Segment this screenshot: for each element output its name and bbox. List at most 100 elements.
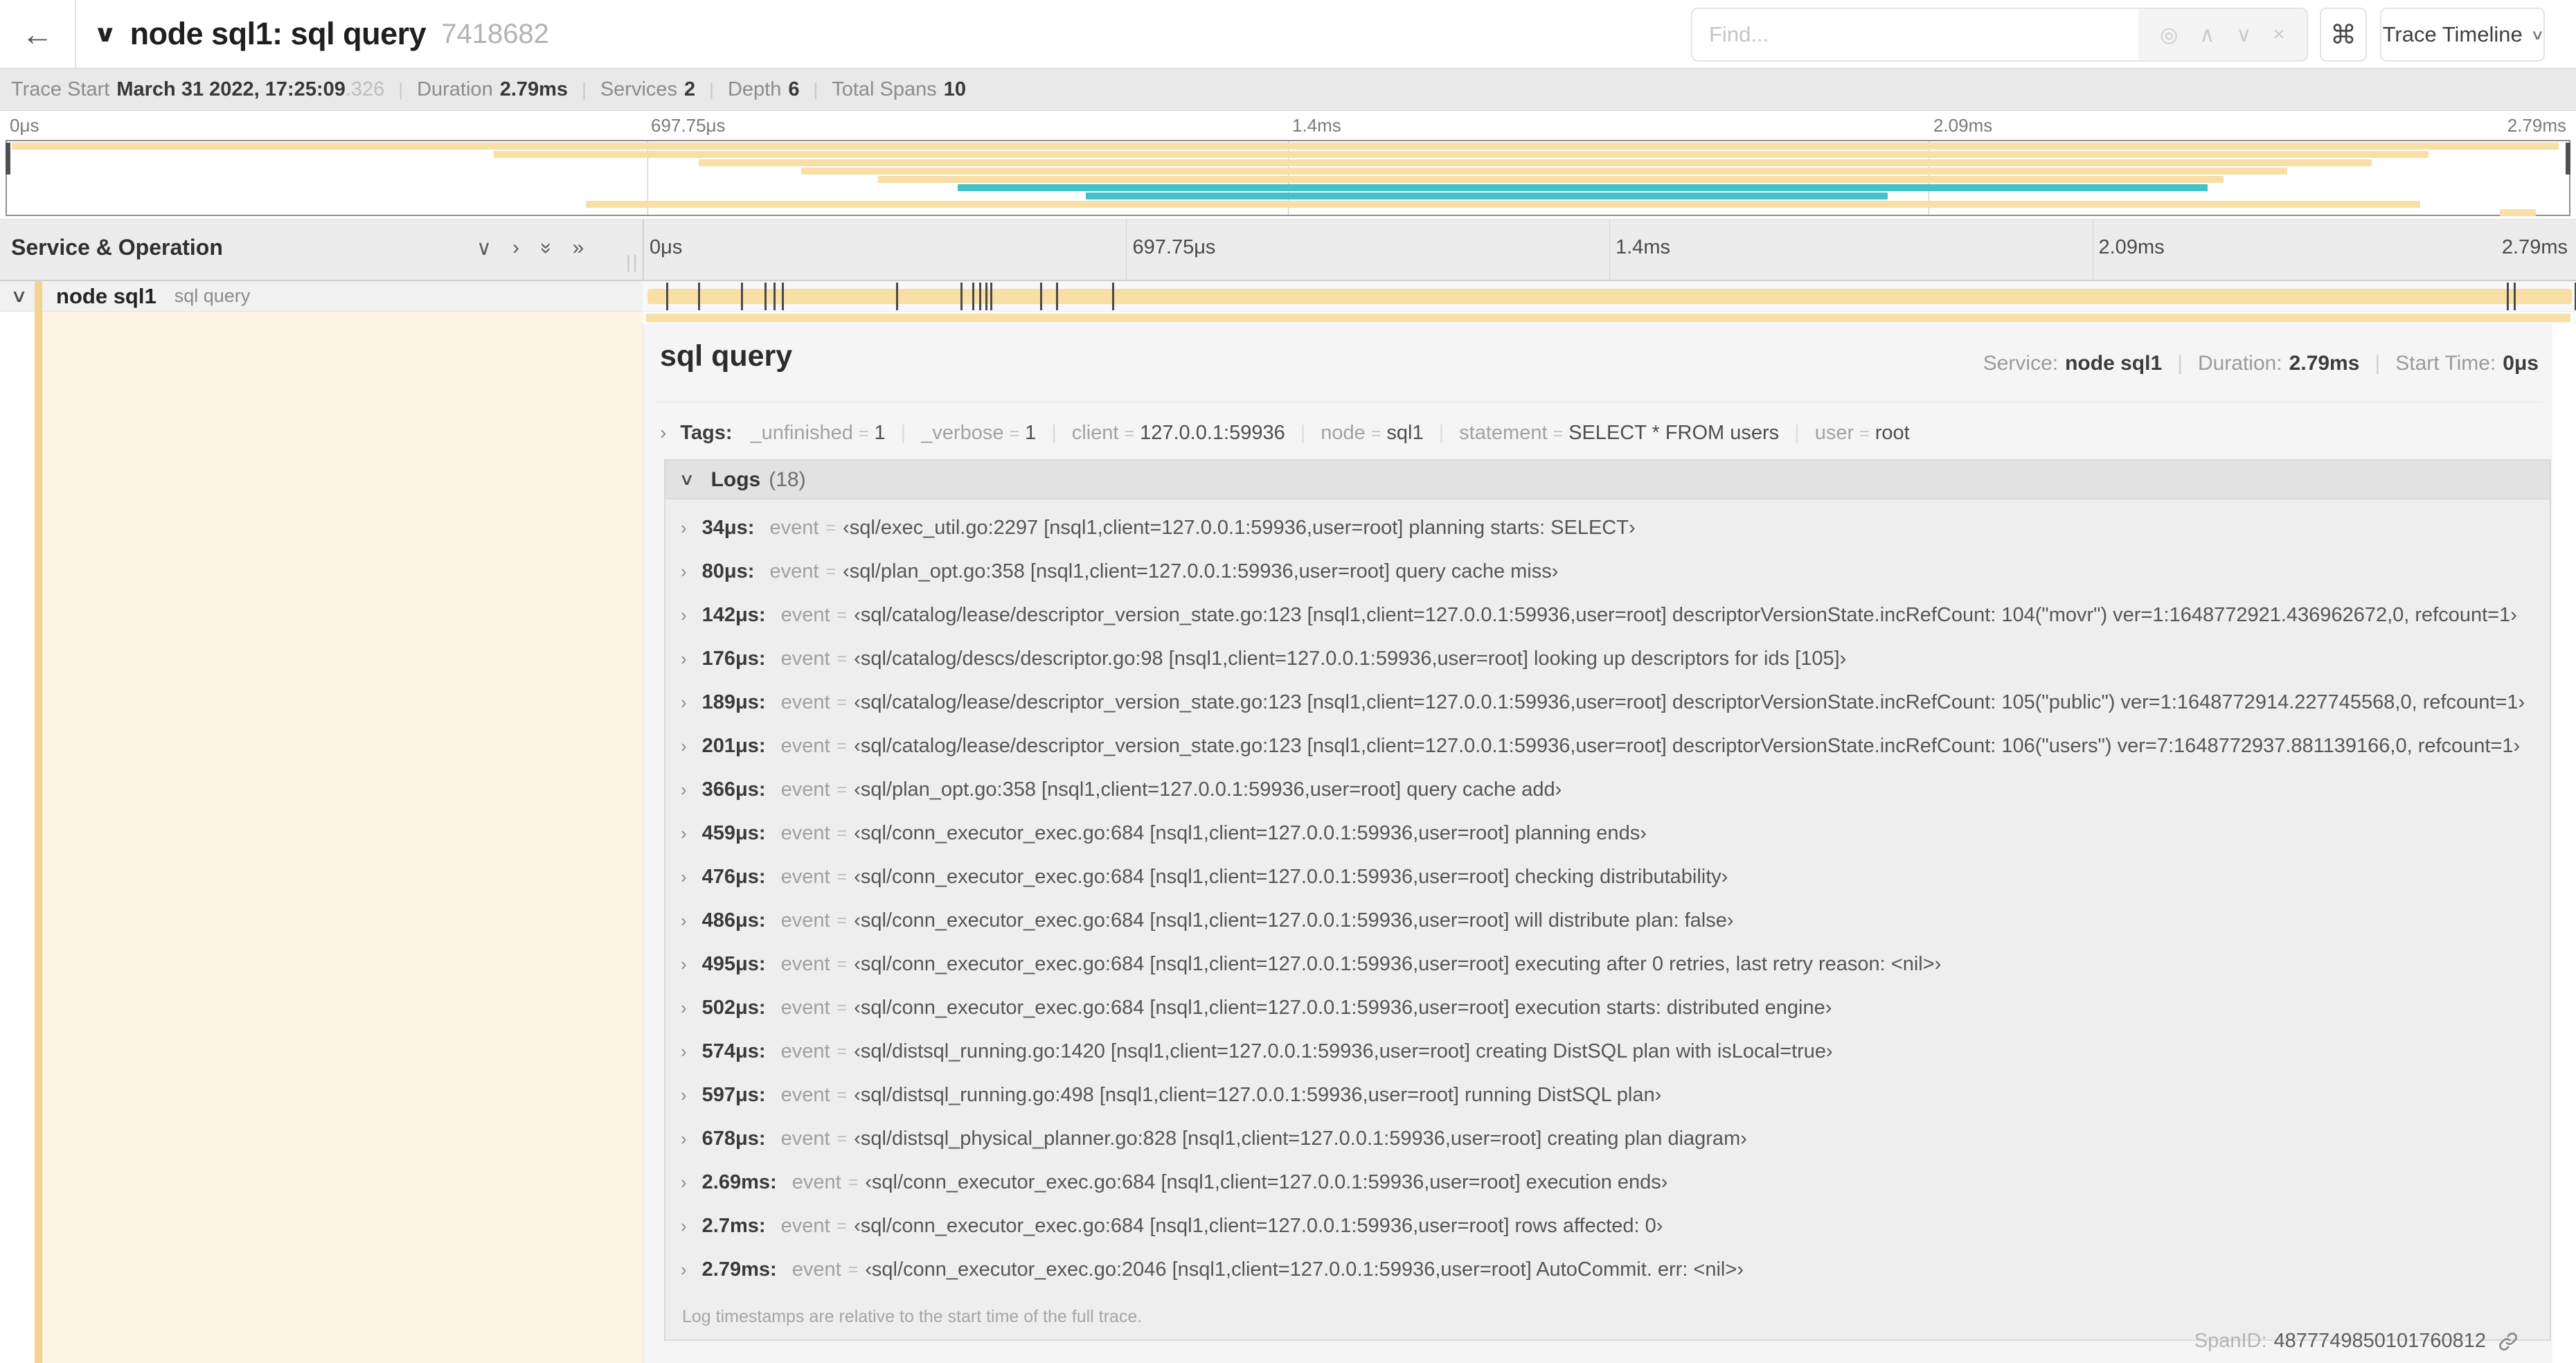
chevron-right-icon: › bbox=[681, 648, 687, 669]
log-field-key: event bbox=[780, 953, 830, 975]
log-field-key: event bbox=[780, 997, 830, 1019]
span-detail-row: sql query Service: node sql1 | Duration: 2.7… bbox=[0, 312, 2576, 1363]
next-match-icon[interactable]: ∨ bbox=[2236, 23, 2251, 47]
match-highlight-icon[interactable]: ◎ bbox=[2160, 23, 2178, 47]
log-timestamp: 574μs: bbox=[701, 1040, 766, 1062]
log-entry-row[interactable]: › 142μs: event = ‹sql/catalog/lease/descript… bbox=[665, 594, 2550, 637]
summary-label: Trace Start bbox=[11, 78, 110, 100]
log-message: ‹sql/conn_executor_exec.go:684 [nsql1,cl… bbox=[854, 822, 1647, 844]
log-message: ‹sql/conn_executor_exec.go:684 [nsql1,cl… bbox=[854, 1215, 1663, 1237]
log-timestamp: 2.69ms: bbox=[701, 1171, 777, 1193]
tag-key: client bbox=[1071, 421, 1119, 444]
minimap-tick-label: 697.75μs bbox=[651, 115, 726, 136]
column-resize-grip[interactable]: || bbox=[626, 251, 640, 273]
log-timestamp: 678μs: bbox=[701, 1128, 766, 1150]
log-message: ‹sql/distsql_physical_planner.go:828 [ns… bbox=[854, 1128, 1747, 1150]
stat-label: Service: bbox=[1983, 352, 2059, 375]
log-entry-row[interactable]: › 495μs: event = ‹sql/conn_executor_exec.go:… bbox=[665, 943, 2550, 986]
log-entry-row[interactable]: › 366μs: event = ‹sql/plan_opt.go:358 [nsql1… bbox=[665, 768, 2550, 812]
minimap-span-bar bbox=[699, 159, 2372, 166]
keyboard-shortcuts-button[interactable]: ⌘ bbox=[2320, 8, 2367, 62]
clear-search-icon[interactable]: × bbox=[2273, 23, 2285, 46]
log-marker-tick bbox=[773, 283, 776, 310]
span-collapse-icon[interactable]: ∨ bbox=[10, 285, 28, 307]
minimap-tick-label: 0μs bbox=[10, 115, 39, 136]
minimap-left-drag-handle[interactable] bbox=[6, 143, 10, 175]
log-equals: = bbox=[837, 1216, 848, 1236]
log-entry-row[interactable]: › 34μs: event = ‹sql/exec_util.go:2297 [nsql… bbox=[665, 506, 2550, 550]
prev-match-icon[interactable]: ∧ bbox=[2199, 23, 2215, 47]
tags-label: Tags: bbox=[680, 421, 733, 444]
trace-collapse-icon[interactable]: ∨ bbox=[93, 20, 118, 48]
minimap-right-drag-handle[interactable] bbox=[2566, 143, 2570, 175]
collapse-all-icon[interactable]: » bbox=[534, 242, 558, 254]
log-timestamp: 459μs: bbox=[701, 822, 766, 844]
find-input[interactable] bbox=[1692, 9, 2138, 60]
service-operation-header: Service & Operation bbox=[11, 235, 223, 260]
tag-value: SELECT * FROM users bbox=[1568, 421, 1780, 444]
minimap-span-bar bbox=[2500, 209, 2536, 216]
page-title: node sql1: sql query bbox=[129, 16, 427, 51]
span-detail-panel: sql query Service: node sql1 | Duration: 2.7… bbox=[643, 324, 2552, 1363]
log-field-key: event bbox=[780, 1128, 830, 1150]
tag-equals: = bbox=[858, 423, 869, 443]
span-bar-cell[interactable] bbox=[643, 281, 2576, 312]
view-type-dropdown[interactable]: Trace Timeline ∨ bbox=[2380, 8, 2545, 62]
log-entry-row[interactable]: › 2.7ms: event = ‹sql/conn_executor_exec.go:… bbox=[665, 1204, 2550, 1248]
log-entry-row[interactable]: › 2.69ms: event = ‹sql/conn_executor_exec.go… bbox=[665, 1161, 2550, 1204]
span-service-name: node sql1 bbox=[56, 283, 156, 308]
log-marker-tick bbox=[698, 283, 701, 310]
tags-accordian[interactable]: › Tags: _unfinished = 1 | _verbose = 1 | client =… bbox=[660, 413, 1910, 453]
tags-chevron-right-icon: › bbox=[660, 422, 667, 443]
span-id-row: SpanID: 4877749850101760812 bbox=[2194, 1330, 2519, 1353]
detail-left-gutter bbox=[0, 312, 35, 1363]
log-entry-row[interactable]: › 2.79ms: event = ‹sql/conn_executor_exec.go… bbox=[665, 1248, 2550, 1292]
log-entry-row[interactable]: › 486μs: event = ‹sql/conn_executor_exec.go:… bbox=[665, 899, 2550, 943]
tag-key: user bbox=[1814, 421, 1854, 444]
log-equals: = bbox=[848, 1260, 859, 1279]
log-message: ‹sql/conn_executor_exec.go:684 [nsql1,cl… bbox=[865, 1171, 1668, 1193]
log-entry-row[interactable]: › 189μs: event = ‹sql/catalog/lease/descript… bbox=[665, 681, 2550, 724]
log-message: ‹sql/plan_opt.go:358 [nsql1,client=127.0… bbox=[843, 560, 1559, 582]
deep-link-icon[interactable] bbox=[2497, 1330, 2519, 1353]
log-message: ‹sql/conn_executor_exec.go:684 [nsql1,cl… bbox=[854, 909, 1734, 932]
chevron-right-icon: › bbox=[681, 561, 687, 582]
log-entry-row[interactable]: › 201μs: event = ‹sql/catalog/lease/descript… bbox=[665, 724, 2550, 768]
log-equals: = bbox=[837, 649, 848, 668]
expand-one-icon[interactable]: › bbox=[512, 236, 519, 260]
chevron-right-icon: › bbox=[681, 1259, 687, 1280]
log-entry-row[interactable]: › 176μs: event = ‹sql/catalog/descs/descript… bbox=[665, 637, 2550, 681]
log-entry-row[interactable]: › 80μs: event = ‹sql/plan_opt.go:358 [nsql1,… bbox=[665, 550, 2550, 594]
span-tree-row[interactable]: ∨ node sql1 sql query bbox=[0, 281, 643, 312]
log-equals: = bbox=[825, 518, 837, 537]
log-marker-tick bbox=[896, 283, 899, 310]
log-equals: = bbox=[837, 736, 848, 756]
log-marker-tick bbox=[741, 283, 744, 310]
logs-header[interactable]: ∨ Logs (18) bbox=[665, 461, 2550, 499]
divider: | bbox=[1300, 421, 1306, 444]
log-marker-tick bbox=[990, 283, 993, 310]
log-field-key: event bbox=[780, 735, 830, 757]
log-entry-row[interactable]: › 502μs: event = ‹sql/conn_executor_exec.go:… bbox=[665, 986, 2550, 1030]
divider: | bbox=[398, 79, 404, 100]
chevron-right-icon: › bbox=[681, 517, 687, 538]
detail-color-accent bbox=[35, 312, 42, 1363]
collapse-one-icon[interactable]: ∨ bbox=[476, 236, 492, 260]
log-timestamp: 201μs: bbox=[701, 735, 766, 757]
log-message: ‹sql/catalog/lease/descriptor_version_st… bbox=[854, 691, 2525, 713]
log-entry-row[interactable]: › 678μs: event = ‹sql/distsql_physical_plann… bbox=[665, 1117, 2550, 1161]
timeline-minimap[interactable] bbox=[6, 140, 2570, 216]
log-field-key: event bbox=[791, 1258, 841, 1281]
span-duration-bar[interactable] bbox=[647, 289, 2572, 304]
ruler-tick-label: 697.75μs bbox=[1132, 236, 1216, 258]
log-marker-tick bbox=[985, 283, 988, 310]
ruler-tick-label: 0μs bbox=[650, 236, 683, 258]
log-entry-row[interactable]: › 459μs: event = ‹sql/conn_executor_exec.go:… bbox=[665, 812, 2550, 855]
back-button[interactable]: ← bbox=[0, 0, 76, 68]
log-entry-row[interactable]: › 597μs: event = ‹sql/distsql_running.go:498… bbox=[665, 1074, 2550, 1117]
log-entry-row[interactable]: › 574μs: event = ‹sql/distsql_running.go:142… bbox=[665, 1030, 2550, 1074]
log-marker-tick bbox=[2506, 283, 2509, 310]
log-timestamp: 189μs: bbox=[701, 691, 766, 713]
log-entry-row[interactable]: › 476μs: event = ‹sql/conn_executor_exec.go:… bbox=[665, 855, 2550, 899]
expand-all-icon[interactable]: » bbox=[573, 236, 584, 260]
